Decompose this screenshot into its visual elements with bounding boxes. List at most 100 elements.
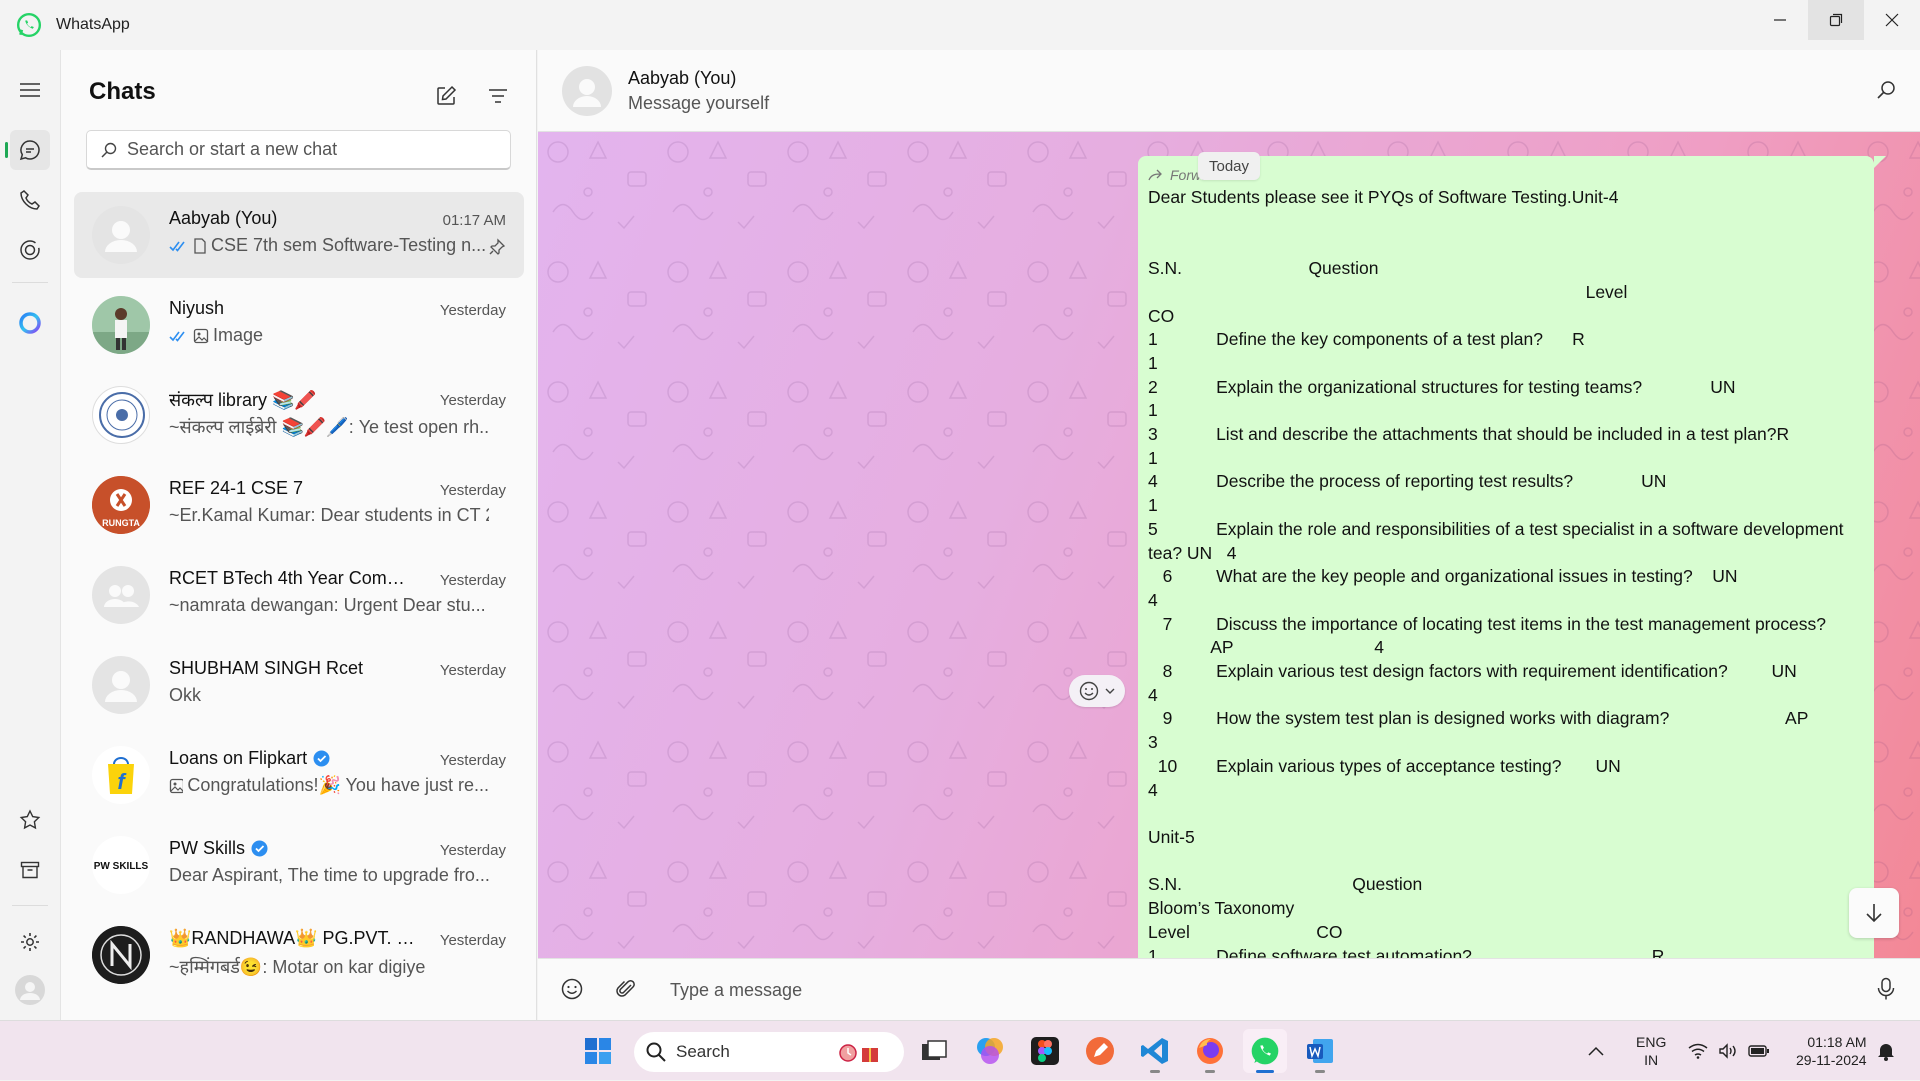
avatar [92, 926, 150, 984]
chat-list-item[interactable]: f Loans on Flipkart Yesterday Congratula… [74, 732, 524, 818]
status-nav-button[interactable] [10, 230, 50, 270]
microphone-icon[interactable] [1876, 977, 1896, 1001]
avatar [92, 656, 150, 714]
message-line: 4 [1148, 589, 1158, 610]
taskbar-app-whatsapp[interactable] [1243, 1029, 1287, 1073]
word-icon [1307, 1039, 1333, 1063]
message-line: 1 [1148, 352, 1158, 373]
taskbar-app-draw[interactable] [1078, 1029, 1122, 1073]
image-icon [193, 328, 209, 343]
message-line: 3 List and describe the attachments that… [1148, 424, 1790, 445]
message-line: Dear Students please see it PYQs of Soft… [1148, 187, 1619, 207]
scroll-to-bottom-button[interactable] [1849, 888, 1899, 938]
message-line: 4 [1148, 684, 1158, 705]
language-indicator[interactable]: ENG IN [1636, 1021, 1666, 1081]
task-view-icon [922, 1040, 947, 1060]
chat-list-item[interactable]: RCET BTech 4th Year Commu... Yesterday ~… [74, 552, 524, 638]
chat-name: संकल्प library 📚🖍️ [169, 390, 317, 410]
chat-preview: Congratulations!🎉 You have just re... [169, 775, 489, 796]
conversation-header[interactable]: Aabyab (You) Message yourself [538, 50, 1920, 132]
menu-button[interactable] [10, 70, 50, 110]
start-button[interactable] [576, 1029, 620, 1073]
avatar: RUNGTA [92, 476, 150, 534]
taskbar-app-firefox[interactable] [1188, 1029, 1232, 1073]
chat-preview: Dear Aspirant, The time to upgrade fro..… [169, 865, 489, 885]
chat-list-item[interactable]: RUNGTA REF 24-1 CSE 7 Yesterday ~Er.Kama… [74, 462, 524, 548]
message-line: Level [1148, 281, 1628, 302]
archived-chats-button[interactable] [10, 850, 50, 890]
star-icon [19, 809, 41, 830]
pin-icon [489, 238, 506, 255]
taskbar-app-word[interactable] [1298, 1029, 1342, 1073]
meta-ai-ring-icon [19, 312, 41, 334]
image-icon [169, 778, 184, 793]
message-line: 9 How the system test plan is designed w… [1148, 708, 1809, 729]
notifications-button[interactable] [1876, 1021, 1896, 1081]
chat-preview: CSE 7th sem Software-Testing n... [169, 235, 486, 256]
paperclip-icon[interactable] [614, 977, 638, 1001]
profile-button[interactable] [10, 970, 50, 1010]
conversation-subtitle: Message yourself [628, 93, 770, 113]
chat-search-box[interactable] [86, 130, 511, 170]
taskbar-app-vscode[interactable] [1133, 1029, 1177, 1073]
message-bubble[interactable]: Forwarded Dear Students please see it PY… [1138, 156, 1874, 958]
chat-bubble-icon [19, 140, 40, 161]
message-line: 1 Define the key components of a test pl… [1148, 329, 1585, 350]
windows-taskbar: Search ENG IN 01:18 AM 29-11-2024 [0, 1020, 1920, 1080]
message-line: S.N. Question [1148, 874, 1423, 895]
starred-messages-button[interactable] [10, 800, 50, 840]
double-check-icon [169, 331, 185, 342]
chat-time: Yesterday [439, 752, 506, 769]
group-icon [104, 585, 139, 607]
whatsapp-icon [1251, 1037, 1279, 1065]
firefox-icon [1197, 1038, 1223, 1064]
chat-list-item[interactable]: संकल्प library 📚🖍️ Yesterday ~संकल्प लाई… [74, 372, 524, 458]
chat-time: Yesterday [439, 932, 506, 949]
calls-nav-button[interactable] [10, 180, 50, 220]
search-highlight-icon [839, 1044, 878, 1062]
message-line: 4 Describe the process of reporting test… [1148, 471, 1667, 492]
avatar[interactable] [562, 66, 612, 116]
chat-list-item[interactable]: Niyush Yesterday Image [74, 282, 524, 368]
emoji-icon[interactable] [560, 977, 584, 1001]
react-button[interactable] [1069, 675, 1125, 707]
chats-nav-button[interactable] [5, 130, 50, 170]
message-line [1148, 233, 1864, 257]
minimize-button[interactable] [1752, 0, 1808, 40]
taskbar-app-copilot[interactable] [968, 1029, 1012, 1073]
verified-badge-icon [313, 750, 330, 767]
system-tray-icons[interactable] [1688, 1021, 1770, 1081]
new-chat-button[interactable] [428, 78, 464, 114]
search-icon[interactable] [1876, 80, 1896, 100]
message-line: 10 Explain various types of acceptance t… [1148, 755, 1621, 776]
filter-chats-button[interactable] [480, 78, 516, 114]
chat-name: PW Skills [169, 838, 268, 859]
message-line: Unit-5 [1148, 826, 1195, 847]
pen-app-icon [1086, 1037, 1114, 1065]
chat-list-item[interactable]: SHUBHAM SINGH Rcet Yesterday Okk [74, 642, 524, 728]
restore-button[interactable] [1808, 0, 1864, 40]
chat-list-item[interactable]: Aabyab (You) 01:17 AM CSE 7th sem Softwa… [74, 192, 524, 278]
app-title: WhatsApp [56, 16, 130, 33]
chat-preview: Okk [169, 685, 202, 705]
taskbar-search[interactable]: Search [634, 1032, 904, 1072]
chat-preview: Image [169, 325, 263, 346]
message-line: 1 [1148, 495, 1158, 516]
message-line: S.N. Question [1148, 258, 1379, 279]
taskbar-app-figma[interactable] [1023, 1029, 1067, 1073]
chevron-down-icon [1105, 688, 1115, 694]
taskbar-app-task-view[interactable] [912, 1029, 956, 1073]
chat-list-item[interactable]: PW SKILLS PW Skills Yesterday Dear Aspir… [74, 822, 524, 908]
message-line [1148, 802, 1864, 826]
meta-ai-button[interactable] [10, 303, 50, 343]
settings-button[interactable] [10, 922, 50, 962]
search-icon [101, 142, 117, 158]
tray-overflow-button[interactable] [1588, 1021, 1604, 1081]
chat-preview: ~हम्मिंगबर्ड😉: Motar on kar digiye [169, 957, 426, 977]
close-window-button[interactable] [1864, 0, 1920, 40]
gear-icon [21, 933, 39, 951]
chat-list-item[interactable]: 👑RANDHAWA👑 PG.PVT. LTD Yesterday ~हम्मिं… [74, 912, 524, 998]
chat-search-input[interactable] [127, 139, 487, 160]
clock[interactable]: 01:18 AM 29-11-2024 [1796, 1021, 1867, 1081]
message-input[interactable] [670, 973, 1820, 1007]
